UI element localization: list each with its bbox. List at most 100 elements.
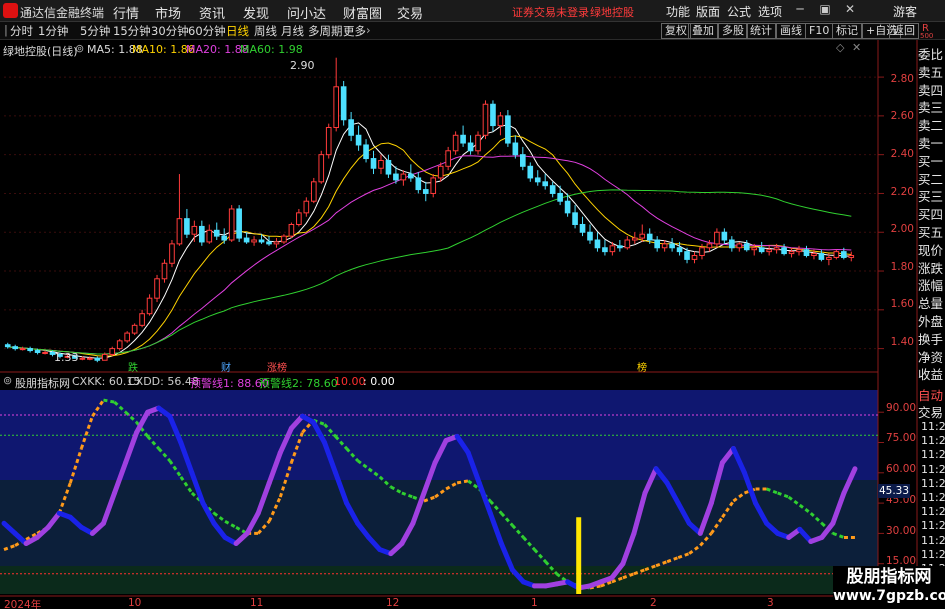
x-tick: 10 (128, 597, 142, 609)
candle-body (736, 243, 743, 249)
candle-body (609, 245, 616, 253)
candle-body (124, 332, 130, 342)
candle-body (333, 86, 340, 129)
candle-body (199, 225, 205, 243)
candle-body (258, 239, 265, 243)
indicator-name: 股朋指标网 (15, 377, 70, 390)
trade-time: 11:28 (921, 505, 945, 519)
candle-body (721, 231, 728, 241)
side-item: 委比 (918, 47, 944, 62)
candle-body (594, 239, 601, 249)
candle-body (572, 212, 578, 225)
candle-body (617, 245, 623, 249)
settings-circle-icon[interactable]: ⊚ (75, 42, 84, 55)
price-tick: 2.80 (890, 73, 914, 85)
warning-line-1: 预警线1: 88.60 (190, 377, 269, 390)
candle-body (266, 241, 272, 245)
candle-body (348, 119, 354, 136)
price-tick: 2.00 (890, 223, 914, 235)
candle-body (393, 173, 399, 181)
event-marker[interactable]: 榜 (637, 359, 647, 374)
event-marker[interactable]: 财 (221, 359, 231, 374)
candle-body (840, 251, 847, 258)
trade-label[interactable]: 交易 (918, 402, 945, 421)
event-marker[interactable]: 跌 (128, 359, 138, 374)
ma60-label: MA60: 1.98 (240, 43, 303, 56)
candle-body (101, 353, 108, 361)
candle-body (788, 251, 795, 255)
trade-time: 11:28 (921, 476, 945, 490)
candle-body (288, 223, 295, 237)
event-marker[interactable]: 涨榜 (267, 359, 287, 374)
candle-body (751, 247, 758, 251)
candle-body (4, 344, 11, 348)
candle-body (191, 225, 198, 235)
candle-body (654, 239, 660, 249)
candle-body (169, 243, 175, 264)
candle-body (213, 229, 220, 237)
trade-time: 11:28 (921, 491, 945, 504)
stock-name: 绿地控股(日线) (3, 45, 78, 58)
side-item: 卖四 (918, 82, 944, 98)
price-tick: 1.80 (890, 261, 914, 273)
side-item: 卖一 (918, 136, 944, 151)
candle-body (587, 231, 593, 241)
candle-body (42, 351, 48, 354)
side-item: 收益 (918, 367, 944, 383)
zero-value: : 0.00 (363, 375, 395, 388)
candle-body (400, 173, 407, 181)
candle-body (415, 177, 422, 191)
candle-body (505, 115, 511, 144)
price-tick: 2.60 (890, 110, 914, 122)
x-tick: 11 (250, 597, 264, 609)
candle-body (87, 357, 93, 360)
candle-body (624, 239, 631, 249)
candle-body (325, 127, 332, 156)
indicator-settings-icon[interactable]: ⊚ (3, 374, 12, 387)
candle-body (467, 142, 474, 152)
candle-body (154, 278, 160, 299)
ind-tick: 90.00 (886, 402, 917, 414)
candle-body (534, 177, 541, 183)
candle-body (646, 233, 653, 241)
candle-body (773, 247, 780, 251)
candle-body (176, 218, 183, 245)
side-item: 换手 (918, 331, 944, 347)
candle-body (714, 231, 720, 245)
candle-body (729, 239, 735, 249)
trade-time: 11:27 (921, 420, 945, 433)
candle-body (310, 181, 317, 202)
trade-time: 11:28 (921, 519, 945, 533)
candle-body (564, 200, 571, 214)
high-price-label: 2.90 (290, 59, 315, 72)
watermark-url: www.7gpzb.com (833, 588, 945, 604)
candle-body (139, 313, 145, 326)
candle-body (370, 158, 377, 169)
candle-body (206, 229, 213, 243)
side-item: 买五 (918, 225, 944, 240)
trade-time: 11:28 (921, 533, 945, 547)
chart-canvas[interactable] (0, 0, 945, 609)
side-item: 买三 (918, 189, 944, 205)
candle-body (109, 348, 116, 355)
candle-body (796, 249, 802, 253)
candle-body (184, 218, 190, 235)
trade-time: 11:28 (921, 462, 945, 476)
settings-diamond-icon[interactable]: ◇ (836, 41, 844, 54)
trade-time: 11:29 (921, 547, 945, 561)
candle-body (340, 86, 347, 121)
side-item: 买二 (918, 171, 944, 187)
low-price-label: 1.33 (54, 351, 79, 364)
candle-body (460, 134, 466, 144)
candle-body (743, 243, 750, 251)
candle-body (691, 255, 698, 260)
candle-body (79, 357, 86, 360)
candle-body (818, 253, 825, 260)
candle-body (490, 103, 496, 127)
candle-body (803, 249, 810, 257)
candle-body (116, 340, 123, 350)
close-panel-icon[interactable]: ✕ (852, 41, 861, 54)
candle-body (430, 177, 437, 194)
candle-body (527, 165, 534, 179)
candle-body (639, 233, 646, 239)
